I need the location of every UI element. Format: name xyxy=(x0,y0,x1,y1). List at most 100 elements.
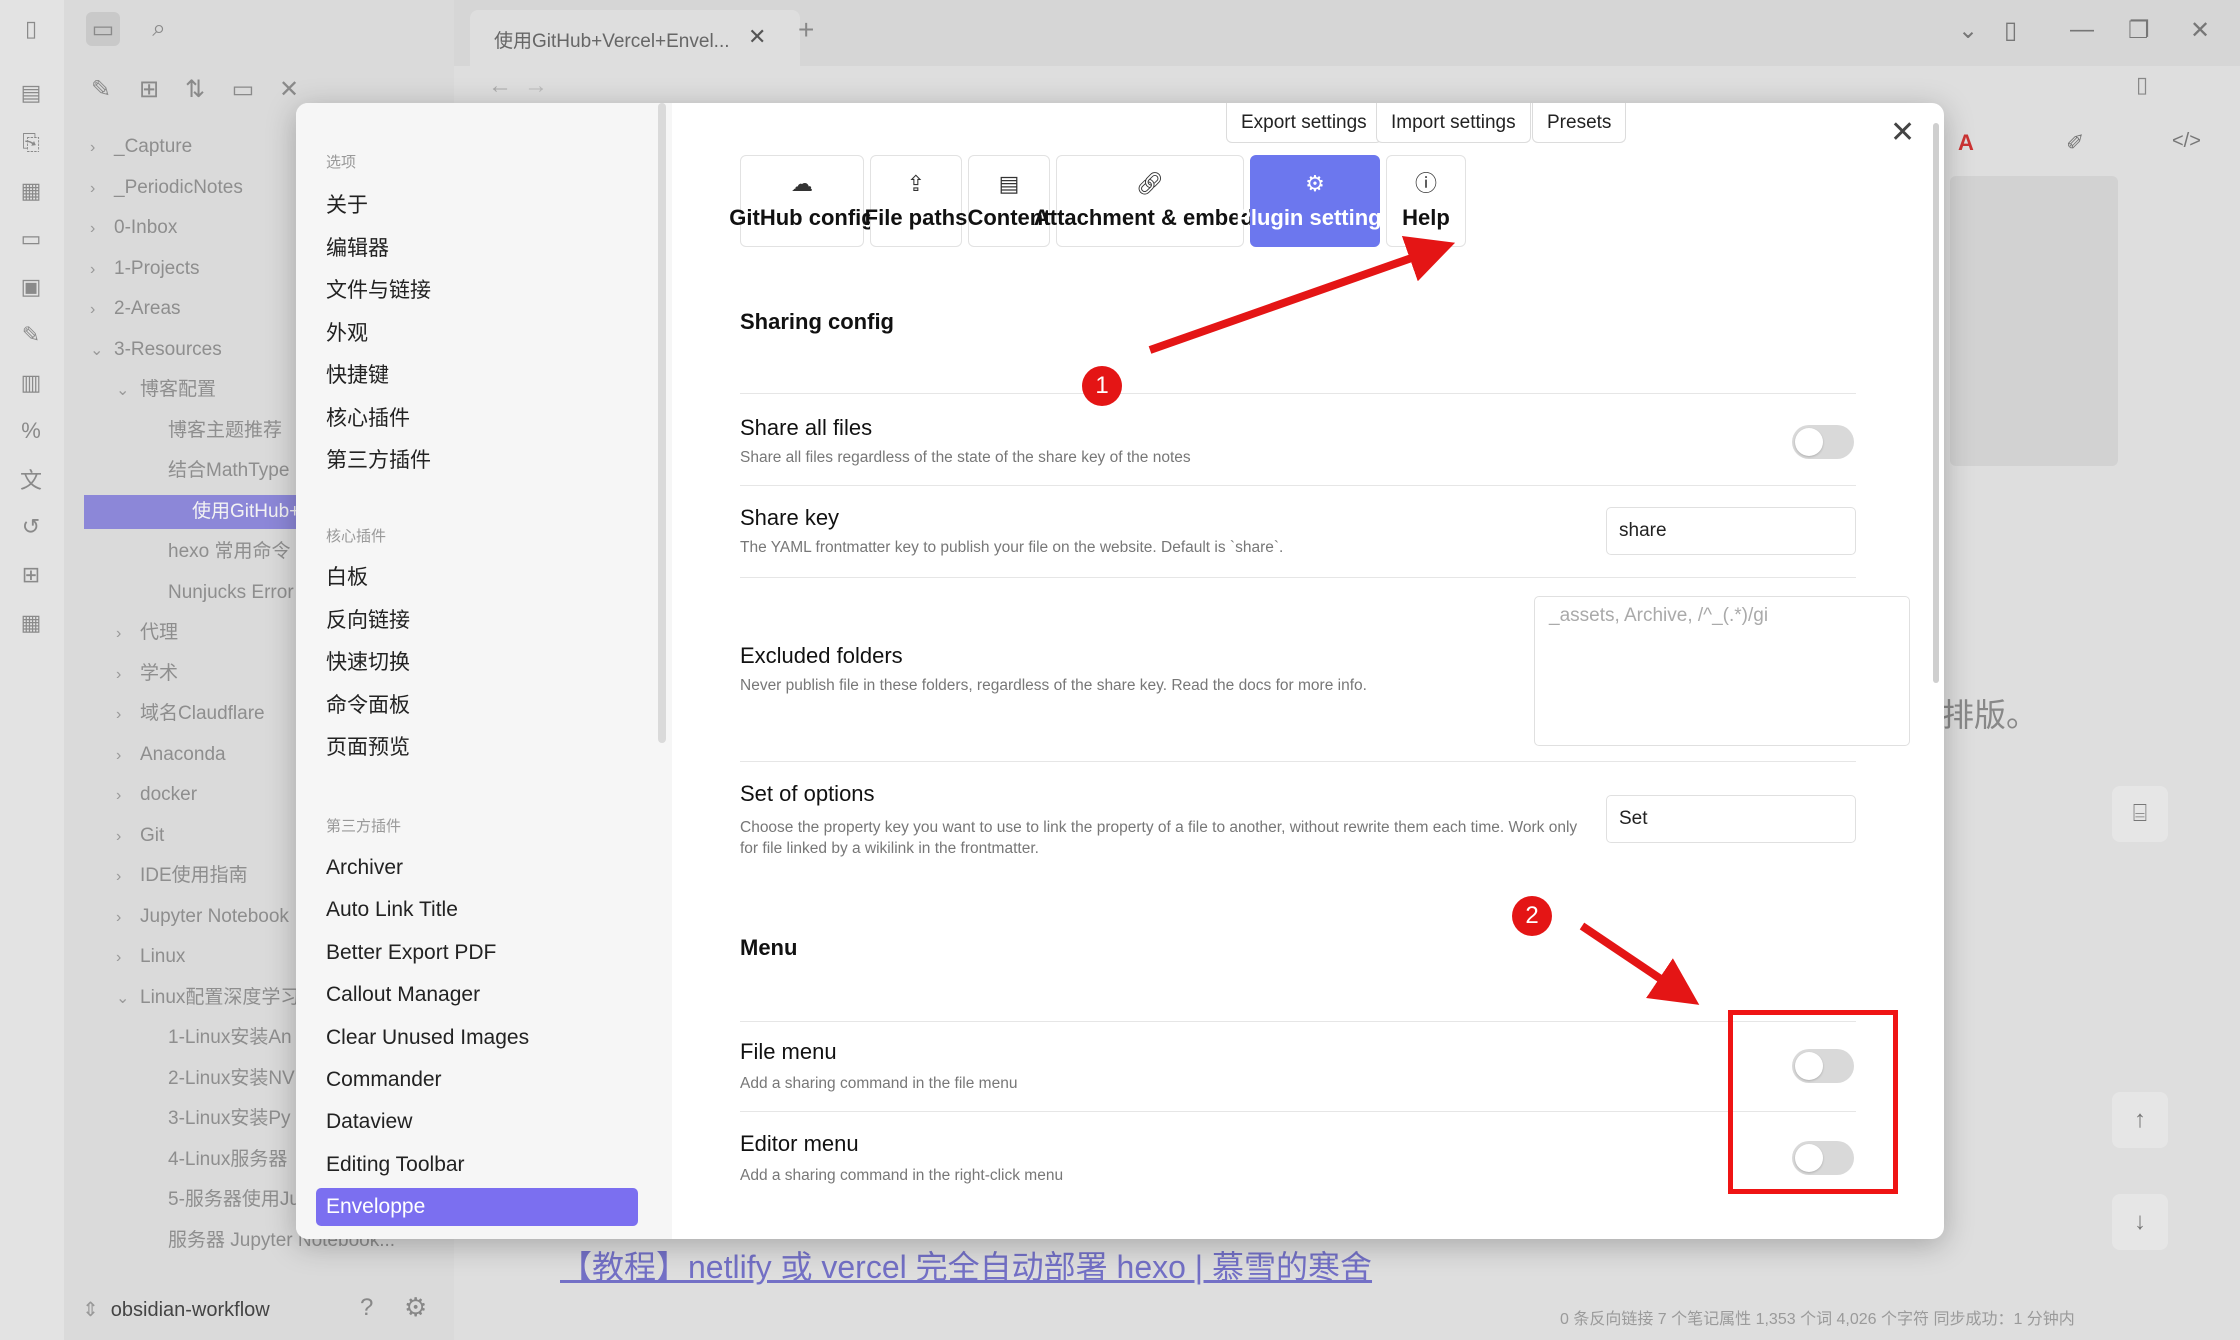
close-icon[interactable]: ✕ xyxy=(1890,115,1915,150)
highlighter-icon[interactable]: ✐ xyxy=(2066,130,2084,156)
translate-icon[interactable]: 文 xyxy=(16,464,46,494)
folder-icon[interactable]: ▭ xyxy=(86,12,120,46)
file-tree-item[interactable]: 结合MathType xyxy=(144,454,289,488)
new-tab-icon[interactable]: + xyxy=(798,14,814,46)
tab-plugin-settings[interactable]: ⚙ Plugin settings xyxy=(1236,155,1394,247)
settings-nav-item[interactable]: Better Export PDF xyxy=(316,934,638,972)
file-tree-item[interactable]: hexo 常用命令 xyxy=(144,535,290,569)
settings-nav-item[interactable]: 快捷键 xyxy=(316,357,638,395)
file-tree-item[interactable]: › 域名Claudflare xyxy=(116,697,265,731)
layout-icon[interactable]: ▭ xyxy=(16,224,46,254)
settings-nav-item[interactable]: 反向链接 xyxy=(316,602,638,640)
scroll-down-icon[interactable]: ↓ xyxy=(2112,1194,2168,1250)
file-plus-icon[interactable]: ⎘ xyxy=(16,128,46,158)
file-tree-item[interactable]: ⌄ 博客配置 xyxy=(116,373,216,407)
tab-github-config[interactable]: ☁ GitHub config xyxy=(729,155,875,247)
settings-nav-item[interactable]: Commander xyxy=(316,1061,638,1099)
settings-nav-item[interactable]: Editing Toolbar xyxy=(316,1146,638,1184)
archive-icon[interactable]: ▤ xyxy=(16,78,46,108)
right-sidebar-icon[interactable]: ▯ xyxy=(2004,16,2017,45)
minimize-icon[interactable]: — xyxy=(2070,16,2094,44)
presets-button[interactable]: Presets xyxy=(1532,103,1627,143)
close-icon[interactable]: ✕ xyxy=(272,72,306,106)
settings-nav-item[interactable]: Enveloppe xyxy=(316,1188,638,1227)
slides-icon[interactable]: ▣ xyxy=(16,272,46,302)
forward-icon[interactable]: → xyxy=(524,72,548,100)
file-tree-item[interactable]: › Linux xyxy=(116,940,185,974)
tab-list-icon[interactable]: ⌄ xyxy=(1958,16,1978,45)
pen-icon[interactable]: ✎ xyxy=(16,320,46,350)
settings-nav-item[interactable]: 外观 xyxy=(316,315,638,353)
file-tree-item[interactable]: › _Capture xyxy=(90,130,192,164)
tab-attachment-embeds[interactable]: 🔗︎ Attachment & embeds xyxy=(1034,155,1266,247)
settings-nav-item[interactable]: 编辑器 xyxy=(316,230,638,268)
file-tree-item[interactable]: › docker xyxy=(116,778,197,812)
settings-nav-item[interactable]: 快速切换 xyxy=(316,644,638,682)
file-tree-item[interactable]: 5-服务器使用Ju xyxy=(144,1183,300,1217)
sort-icon[interactable]: ⇅ xyxy=(178,72,212,106)
editor-link[interactable]: 【教程】netlify 或 vercel 完全自动部署 hexo | 慕雪的寒舍 xyxy=(560,1242,1372,1288)
settings-nav-item[interactable]: Dataview xyxy=(316,1103,638,1141)
history-icon[interactable]: ↺ xyxy=(16,512,46,542)
export-settings-button[interactable]: Export settings xyxy=(1226,103,1382,143)
code-icon[interactable]: </> xyxy=(2172,130,2201,153)
tab-note[interactable]: 使用GitHub+Vercel+Envel... ✕ xyxy=(470,10,800,66)
share-all-files-toggle[interactable] xyxy=(1792,425,1854,459)
file-tree-item[interactable]: Nunjucks Error xyxy=(144,576,294,610)
file-tree-item[interactable]: 2-Linux安装NV xyxy=(144,1062,295,1096)
reading-view-icon[interactable]: ▯ xyxy=(2136,72,2148,98)
back-icon[interactable]: ← xyxy=(488,72,512,100)
settings-nav-item[interactable]: 命令面板 xyxy=(316,687,638,725)
file-tree-item[interactable]: ⌄ Linux配置深度学习 xyxy=(116,981,299,1015)
file-tree-item[interactable]: 博客主题推荐 xyxy=(144,414,282,448)
settings-nav-item[interactable]: 关于 xyxy=(316,187,638,225)
search-icon[interactable]: ⌕ xyxy=(142,12,176,46)
file-tree-item[interactable]: › 代理 xyxy=(116,616,178,650)
close-tab-icon[interactable]: ✕ xyxy=(748,24,766,50)
share-key-input[interactable]: share xyxy=(1606,507,1856,555)
settings-nav-item[interactable]: 白板 xyxy=(316,559,638,597)
tab-help[interactable]: ⓘ Help xyxy=(1386,155,1466,247)
settings-nav-item[interactable]: 页面预览 xyxy=(316,729,638,767)
settings-nav-item[interactable]: 文件与链接 xyxy=(316,272,638,310)
new-note-icon[interactable]: ✎ xyxy=(84,72,118,106)
file-tree-item[interactable]: › Jupyter Notebook xyxy=(116,900,289,934)
import-settings-button[interactable]: Import settings xyxy=(1376,103,1531,143)
sidebar-scrollbar[interactable] xyxy=(658,103,666,743)
file-tree-item[interactable]: 4-Linux服务器 xyxy=(144,1143,287,1177)
sidebar-toggle-icon[interactable]: ▯ xyxy=(16,14,46,44)
bookmark-add-icon[interactable]: ⊞ xyxy=(16,560,46,590)
excluded-folders-textarea[interactable]: _assets, Archive, /^_(.*)/gi xyxy=(1534,596,1910,746)
file-tree-item[interactable]: › 0-Inbox xyxy=(90,211,177,245)
file-tree-item[interactable]: › 2-Areas xyxy=(90,292,181,326)
file-tree-item[interactable]: › 1-Projects xyxy=(90,252,200,286)
tab-file-paths[interactable]: ⇪ File paths xyxy=(865,155,967,247)
file-tree-item[interactable]: › Anaconda xyxy=(116,738,226,772)
file-tree-item[interactable]: ⌄ 3-Resources xyxy=(90,333,222,367)
collapse-icon[interactable]: ▭ xyxy=(226,72,260,106)
file-tree-item[interactable]: › _PeriodicNotes xyxy=(90,171,243,205)
gear-icon[interactable]: ⚙ xyxy=(404,1292,427,1323)
settings-nav-item[interactable]: Auto Link Title xyxy=(316,891,638,929)
settings-nav-item[interactable]: Callout Manager xyxy=(316,976,638,1014)
file-tree-item[interactable]: › 学术 xyxy=(116,657,178,691)
file-tree-item[interactable]: 3-Linux安装Py xyxy=(144,1102,291,1136)
calendar-icon[interactable]: ▦ xyxy=(16,608,46,638)
window-close-icon[interactable]: ✕ xyxy=(2190,16,2210,45)
settings-nav-item[interactable]: 核心插件 xyxy=(316,400,638,438)
settings-nav-item[interactable]: Clear Unused Images xyxy=(316,1019,638,1057)
scroll-up-icon[interactable]: ↑ xyxy=(2112,1092,2168,1148)
set-of-options-input[interactable]: Set xyxy=(1606,795,1856,843)
vault-switcher[interactable]: ⇕ obsidian-workflow xyxy=(82,1290,270,1330)
tab-content[interactable]: ▤ Content xyxy=(967,155,1051,247)
dashboard-icon[interactable]: ▦ xyxy=(16,176,46,206)
code-percent-icon[interactable]: % xyxy=(16,416,46,446)
help-icon[interactable]: ? xyxy=(360,1294,373,1322)
kanban-icon[interactable]: ▥ xyxy=(16,368,46,398)
settings-nav-item[interactable]: 第三方插件 xyxy=(316,442,638,480)
outline-icon[interactable]: ⌸ xyxy=(2112,786,2168,842)
file-tree-item[interactable]: 1-Linux安装An xyxy=(144,1021,292,1055)
restore-icon[interactable]: ❐ xyxy=(2128,16,2150,45)
settings-nav-item[interactable]: Archiver xyxy=(316,849,638,887)
file-tree-item[interactable]: › Git xyxy=(116,819,164,853)
